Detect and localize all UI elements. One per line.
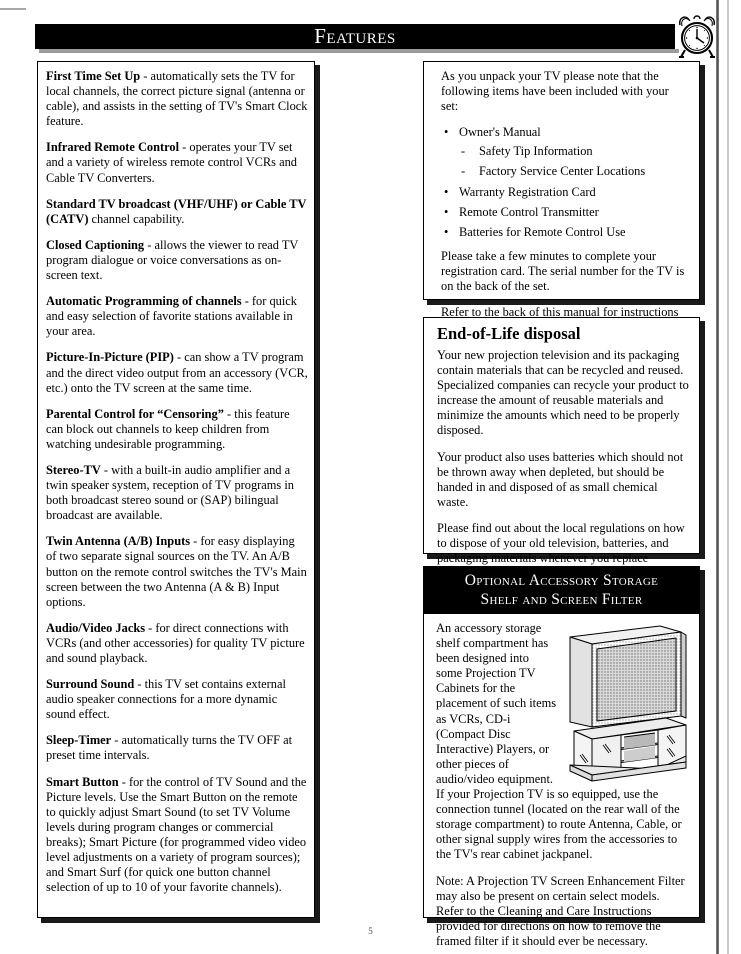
storage-paragraph: Note: A Projection TV Screen Enhancement… xyxy=(436,873,685,948)
disposal-box: End-of-Life disposal Your new projection… xyxy=(423,317,700,580)
unpack-box-shadow-side xyxy=(700,65,705,305)
list-item: • Remote Control Transmitter xyxy=(441,205,689,220)
disposal-heading: End-of-Life disposal xyxy=(437,324,581,343)
list-item: • Batteries for Remote Control Use xyxy=(441,225,689,240)
feature-body: channel capability. xyxy=(88,211,185,226)
dash-icon: - xyxy=(461,144,466,159)
list-item: • Owner's Manual - Safety Tip Informatio… xyxy=(441,125,689,179)
page-title: Features xyxy=(314,24,396,48)
unpack-intro-text: As you unpack your TV please note that t… xyxy=(441,69,669,114)
feature-term: Smart Button xyxy=(46,774,119,789)
list-item: - Safety Tip Information xyxy=(459,144,689,159)
feature-item: Twin Antenna (A/B) Inputs - for easy dis… xyxy=(46,534,308,609)
bullet-icon: • xyxy=(444,224,449,239)
features-box-shadow-bottom xyxy=(41,918,319,923)
feature-term: Surround Sound xyxy=(46,677,135,692)
scan-artifact-left-tick xyxy=(0,8,26,10)
feature-item: Infrared Remote Control - operates your … xyxy=(46,140,308,185)
dash-icon: - xyxy=(461,164,466,179)
alarm-clock-icon xyxy=(674,12,720,60)
unpack-checklist-content: As you unpack your TV please note that t… xyxy=(441,69,689,335)
unpack-checklist-box: As you unpack your TV please note that t… xyxy=(423,61,700,334)
list-item-label: Owner's Manual xyxy=(459,125,541,140)
list-item-label: Batteries for Remote Control Use xyxy=(459,224,626,239)
list-item: • Warranty Registration Card xyxy=(441,185,689,200)
disposal-paragraph: Your product also uses batteries which s… xyxy=(437,449,684,509)
feature-body: - for the control of TV Sound and the Pi… xyxy=(46,774,307,895)
list-item-label: Warranty Registration Card xyxy=(459,184,596,199)
feature-term: Audio/Video Jacks xyxy=(46,620,146,635)
bullet-icon: • xyxy=(444,204,449,219)
scan-artifact-page-edge xyxy=(716,0,719,954)
page-header-bar-shadow xyxy=(39,49,679,53)
unpack-sub-items-list: - Safety Tip Information - Factory Servi… xyxy=(459,144,689,179)
storage-box-content: An accessory storage shelf compartment h… xyxy=(436,621,688,949)
feature-item: First Time Set Up - automatically sets t… xyxy=(46,69,308,129)
feature-term: Automatic Programming of channels xyxy=(46,294,242,309)
list-item-label: Safety Tip Information xyxy=(479,144,593,159)
unpack-paragraph: Please take a few minutes to complete yo… xyxy=(441,248,685,294)
feature-item: Audio/Video Jacks - for direct connectio… xyxy=(46,621,308,666)
feature-item: Picture-In-Picture (PIP) - can show a TV… xyxy=(46,350,308,395)
feature-term: Infrared Remote Control xyxy=(46,140,180,155)
feature-item: Sleep-Timer - automatically turns the TV… xyxy=(46,733,308,763)
feature-item: Standard TV broadcast (VHF/UHF) or Cable… xyxy=(46,197,308,227)
feature-item: Parental Control for “Censoring” - this … xyxy=(46,407,308,452)
feature-term: Parental Control for “Censoring” xyxy=(46,406,224,421)
feature-item: Automatic Programming of channels - for … xyxy=(46,294,308,339)
projection-tv-with-storage-shelf-illustration xyxy=(562,623,688,783)
scan-artifact-page-edge-secondary xyxy=(727,0,729,954)
feature-item: Closed Captioning - allows the viewer to… xyxy=(46,238,308,283)
feature-term: Stereo-TV xyxy=(46,462,101,477)
feature-term: First Time Set Up xyxy=(46,69,141,83)
list-item: - Factory Service Center Locations xyxy=(459,164,689,179)
bullet-icon: • xyxy=(444,125,449,140)
feature-term: Picture-In-Picture (PIP) xyxy=(46,350,174,365)
storage-box-header: Optional Accessory Storage Shelf and Scr… xyxy=(424,567,699,614)
disposal-paragraph: Your new projection television and its p… xyxy=(437,348,689,438)
storage-shelf-box: Optional Accessory Storage Shelf and Scr… xyxy=(423,566,700,948)
storage-box-shadow-side xyxy=(700,570,705,923)
features-list-box: First Time Set Up - automatically sets t… xyxy=(37,61,315,918)
list-item-label: Factory Service Center Locations xyxy=(479,164,646,179)
storage-heading-line-2: Shelf and Screen Filter xyxy=(480,591,643,608)
features-box-shadow-side xyxy=(315,65,320,923)
feature-term: Closed Captioning xyxy=(46,237,145,252)
features-list-content: First Time Set Up - automatically sets t… xyxy=(46,69,308,895)
page-number: 5 xyxy=(368,926,373,936)
feature-item: Stereo-TV - with a built-in audio amplif… xyxy=(46,463,308,523)
feature-item: Smart Button - for the control of TV Sou… xyxy=(46,775,308,896)
unpack-items-list: • Owner's Manual - Safety Tip Informatio… xyxy=(441,125,689,240)
feature-term: Sleep-Timer xyxy=(46,733,112,748)
disposal-box-shadow-side xyxy=(700,321,705,559)
bullet-icon: • xyxy=(444,184,449,199)
feature-item: Surround Sound - this TV set contains ex… xyxy=(46,677,308,722)
disposal-box-content: End-of-Life disposal Your new projection… xyxy=(437,324,689,581)
storage-heading-line-1: Optional Accessory Storage xyxy=(464,572,659,589)
feature-term: Twin Antenna (A/B) Inputs xyxy=(46,534,191,549)
list-item-label: Remote Control Transmitter xyxy=(459,204,599,219)
